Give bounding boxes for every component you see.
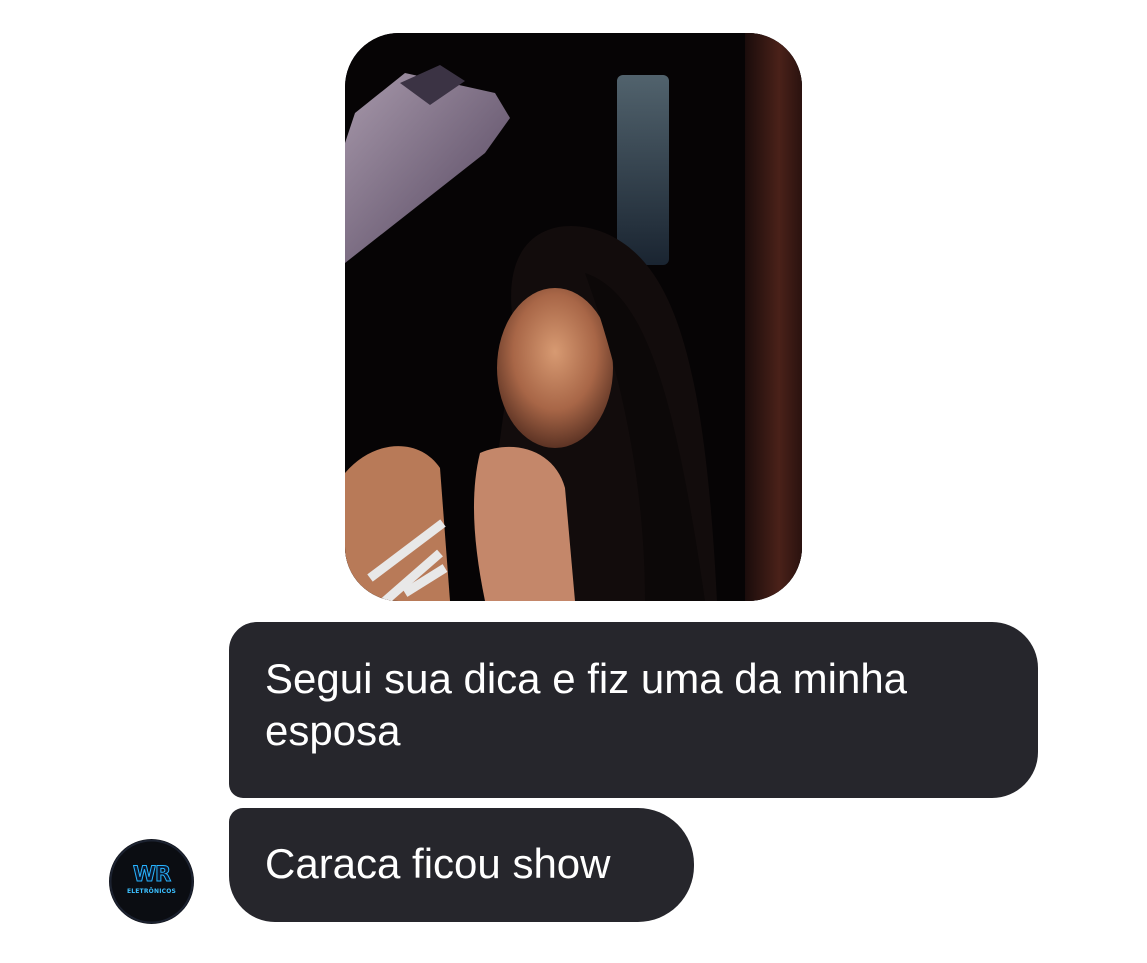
avatar-subtitle-text: ELETRÔNICOS xyxy=(126,888,177,895)
message-bubble-reply[interactable]: Caraca ficou show xyxy=(229,808,694,922)
message-text: Segui sua dica e fiz uma da minha esposa xyxy=(265,655,908,754)
shared-photo[interactable] xyxy=(345,33,802,601)
avatar-brand-text: WR xyxy=(132,862,171,887)
avatar[interactable]: WR ELETRÔNICOS xyxy=(109,839,194,924)
message-bubble-sent[interactable]: Segui sua dica e fiz uma da minha esposa xyxy=(229,622,1038,798)
shared-photo-portrait xyxy=(345,33,802,601)
message-text: Caraca ficou show xyxy=(265,840,611,887)
